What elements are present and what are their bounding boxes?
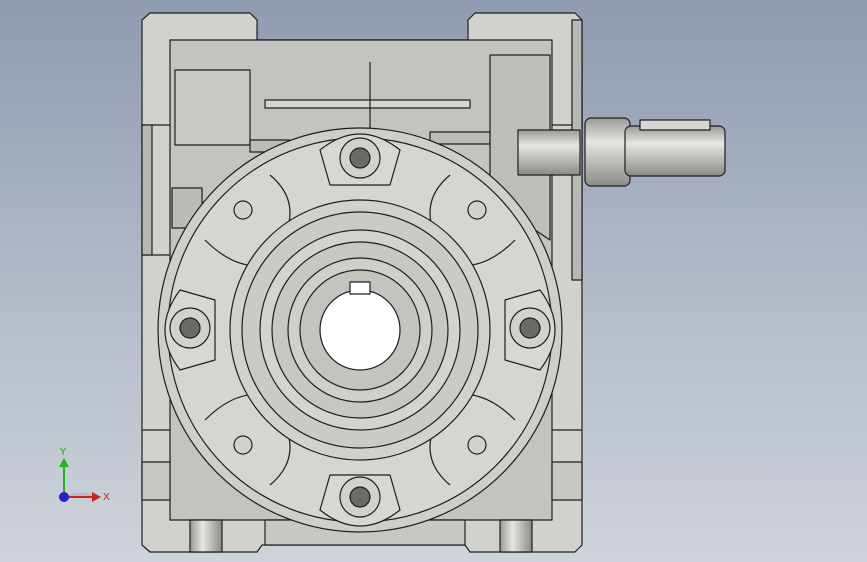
gearbox-model[interactable]: Y X [0, 0, 867, 562]
x-axis-label: X [103, 492, 110, 503]
y-axis-label: Y [59, 447, 67, 458]
3d-viewport[interactable]: Y X [0, 0, 867, 562]
z-axis-dot [59, 492, 69, 502]
coordinate-triad: Y X [59, 447, 110, 503]
